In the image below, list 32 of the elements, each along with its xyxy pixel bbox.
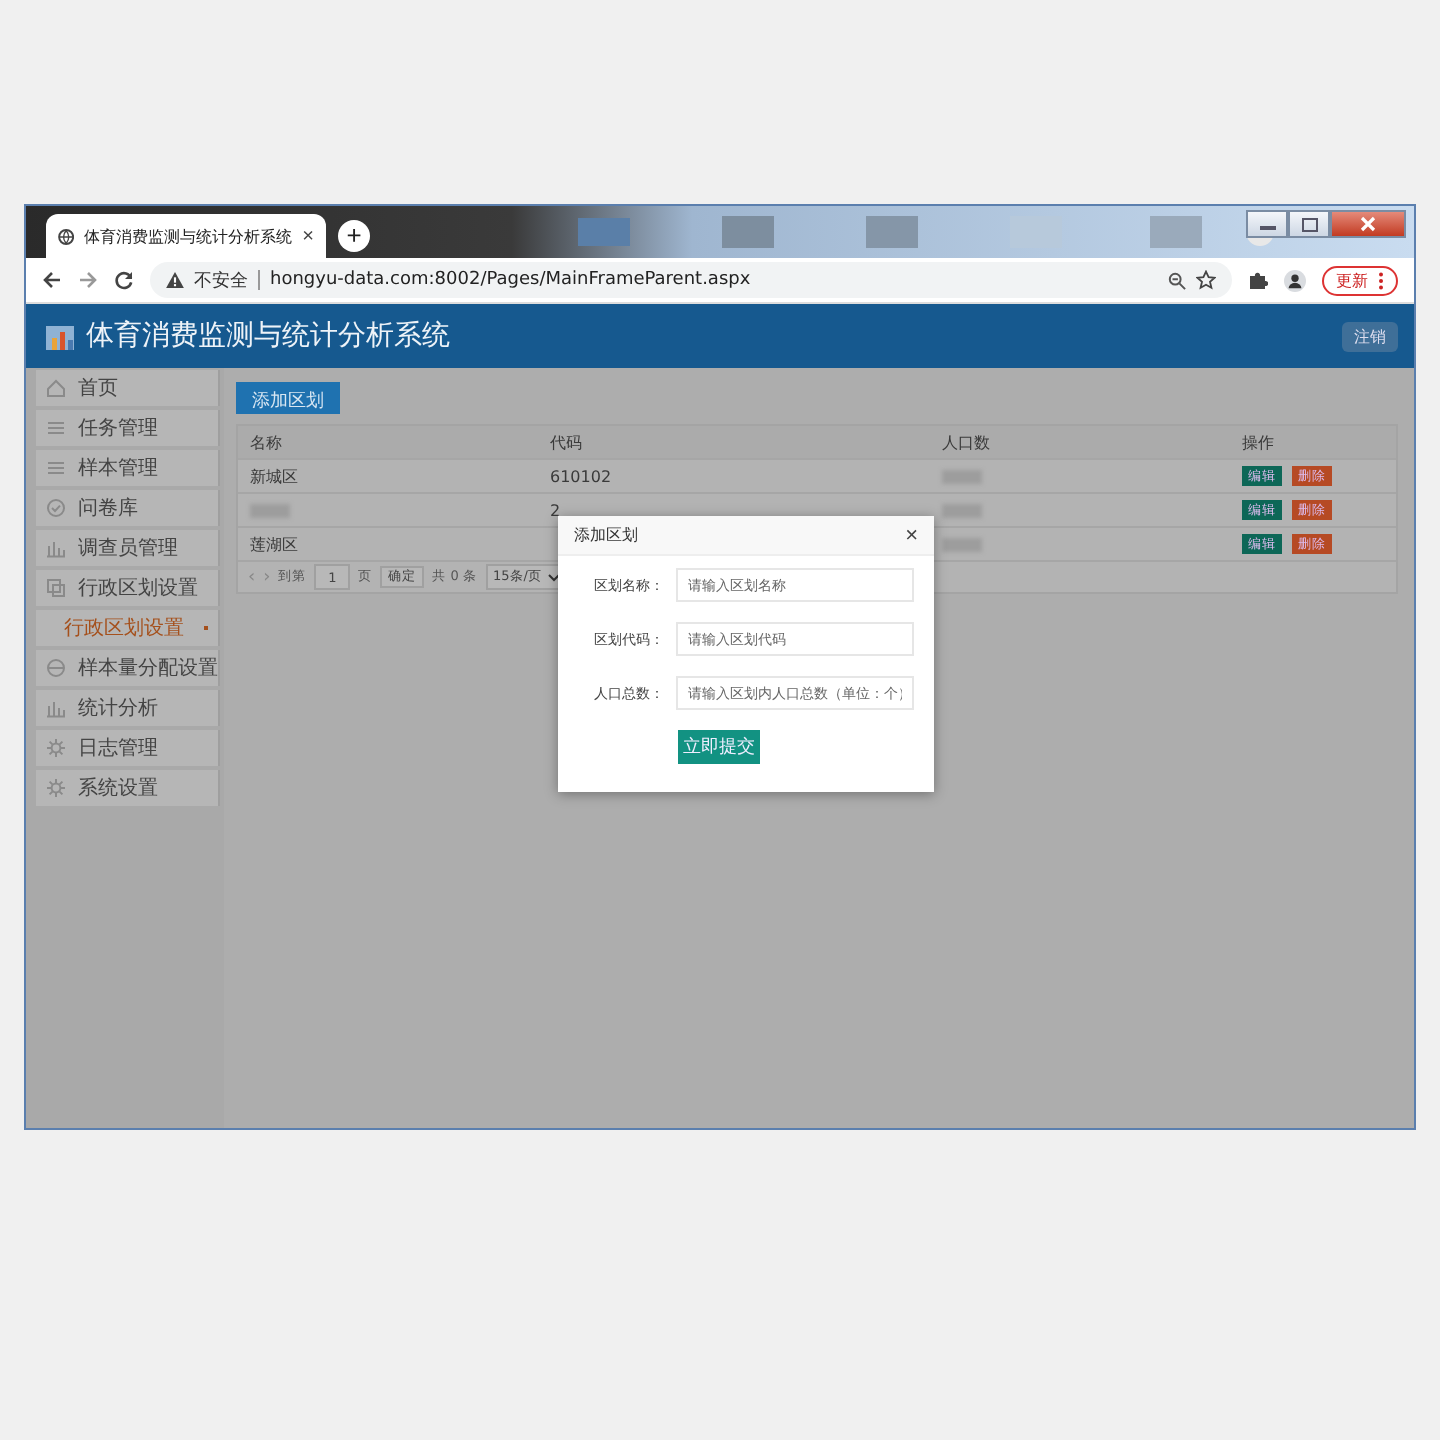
url-text: hongyu-data.com:8002/Pages/MainFrameParent.aspx [270,270,753,290]
submit-button[interactable]: 立即提交 [678,730,760,764]
sidebar-item[interactable]: 样本管理 [36,450,220,486]
sidebar-item[interactable]: 样本量分配设置 [36,650,220,686]
update-button[interactable]: 更新 [1322,265,1398,295]
tab-title: 体育消费监测与统计分析系统 [84,225,293,247]
app-title: 体育消费监测与统计分析系统 [86,318,452,354]
column-header: 名称 [238,426,538,460]
sidebar-item[interactable]: 问卷库 [36,490,220,526]
sidebar-item[interactable]: 调查员管理 [36,530,220,566]
new-tab-button[interactable]: + [338,220,370,252]
address-bar[interactable]: 不安全 hongyu-data.com:8002/Pages/MainFrameParent.aspx [150,262,1232,298]
close-tab-button[interactable]: × [302,225,314,247]
table-cell: 新城区 [250,465,298,487]
column-header: 人口数 [930,426,1230,460]
sidebar-item[interactable]: 系统设置 [36,770,220,806]
sidebar-item[interactable]: 日志管理 [36,730,220,766]
table-cell: 610102 [550,467,612,485]
sidebar-item[interactable]: 任务管理 [36,410,220,446]
table-cell: 2 [550,501,561,519]
sidebar-item[interactable]: 首页 [36,370,220,406]
sidebar-subitem[interactable]: 行政区划设置 [36,610,220,646]
table-cell: 莲湖区 [250,533,298,555]
logout-button[interactable]: 注销 [1342,321,1398,351]
sidebar-item[interactable]: 行政区划设置 [36,570,220,606]
add-region-button[interactable]: 添加区划 [236,382,340,414]
close-button[interactable]: × [905,523,918,547]
column-header: 操作 [1230,426,1396,460]
sidebar-item[interactable]: 统计分析 [36,690,220,726]
column-header: 代码 [538,426,930,460]
security-label: 不安全 [194,269,248,293]
dialog-title: 添加区划 [574,524,638,546]
